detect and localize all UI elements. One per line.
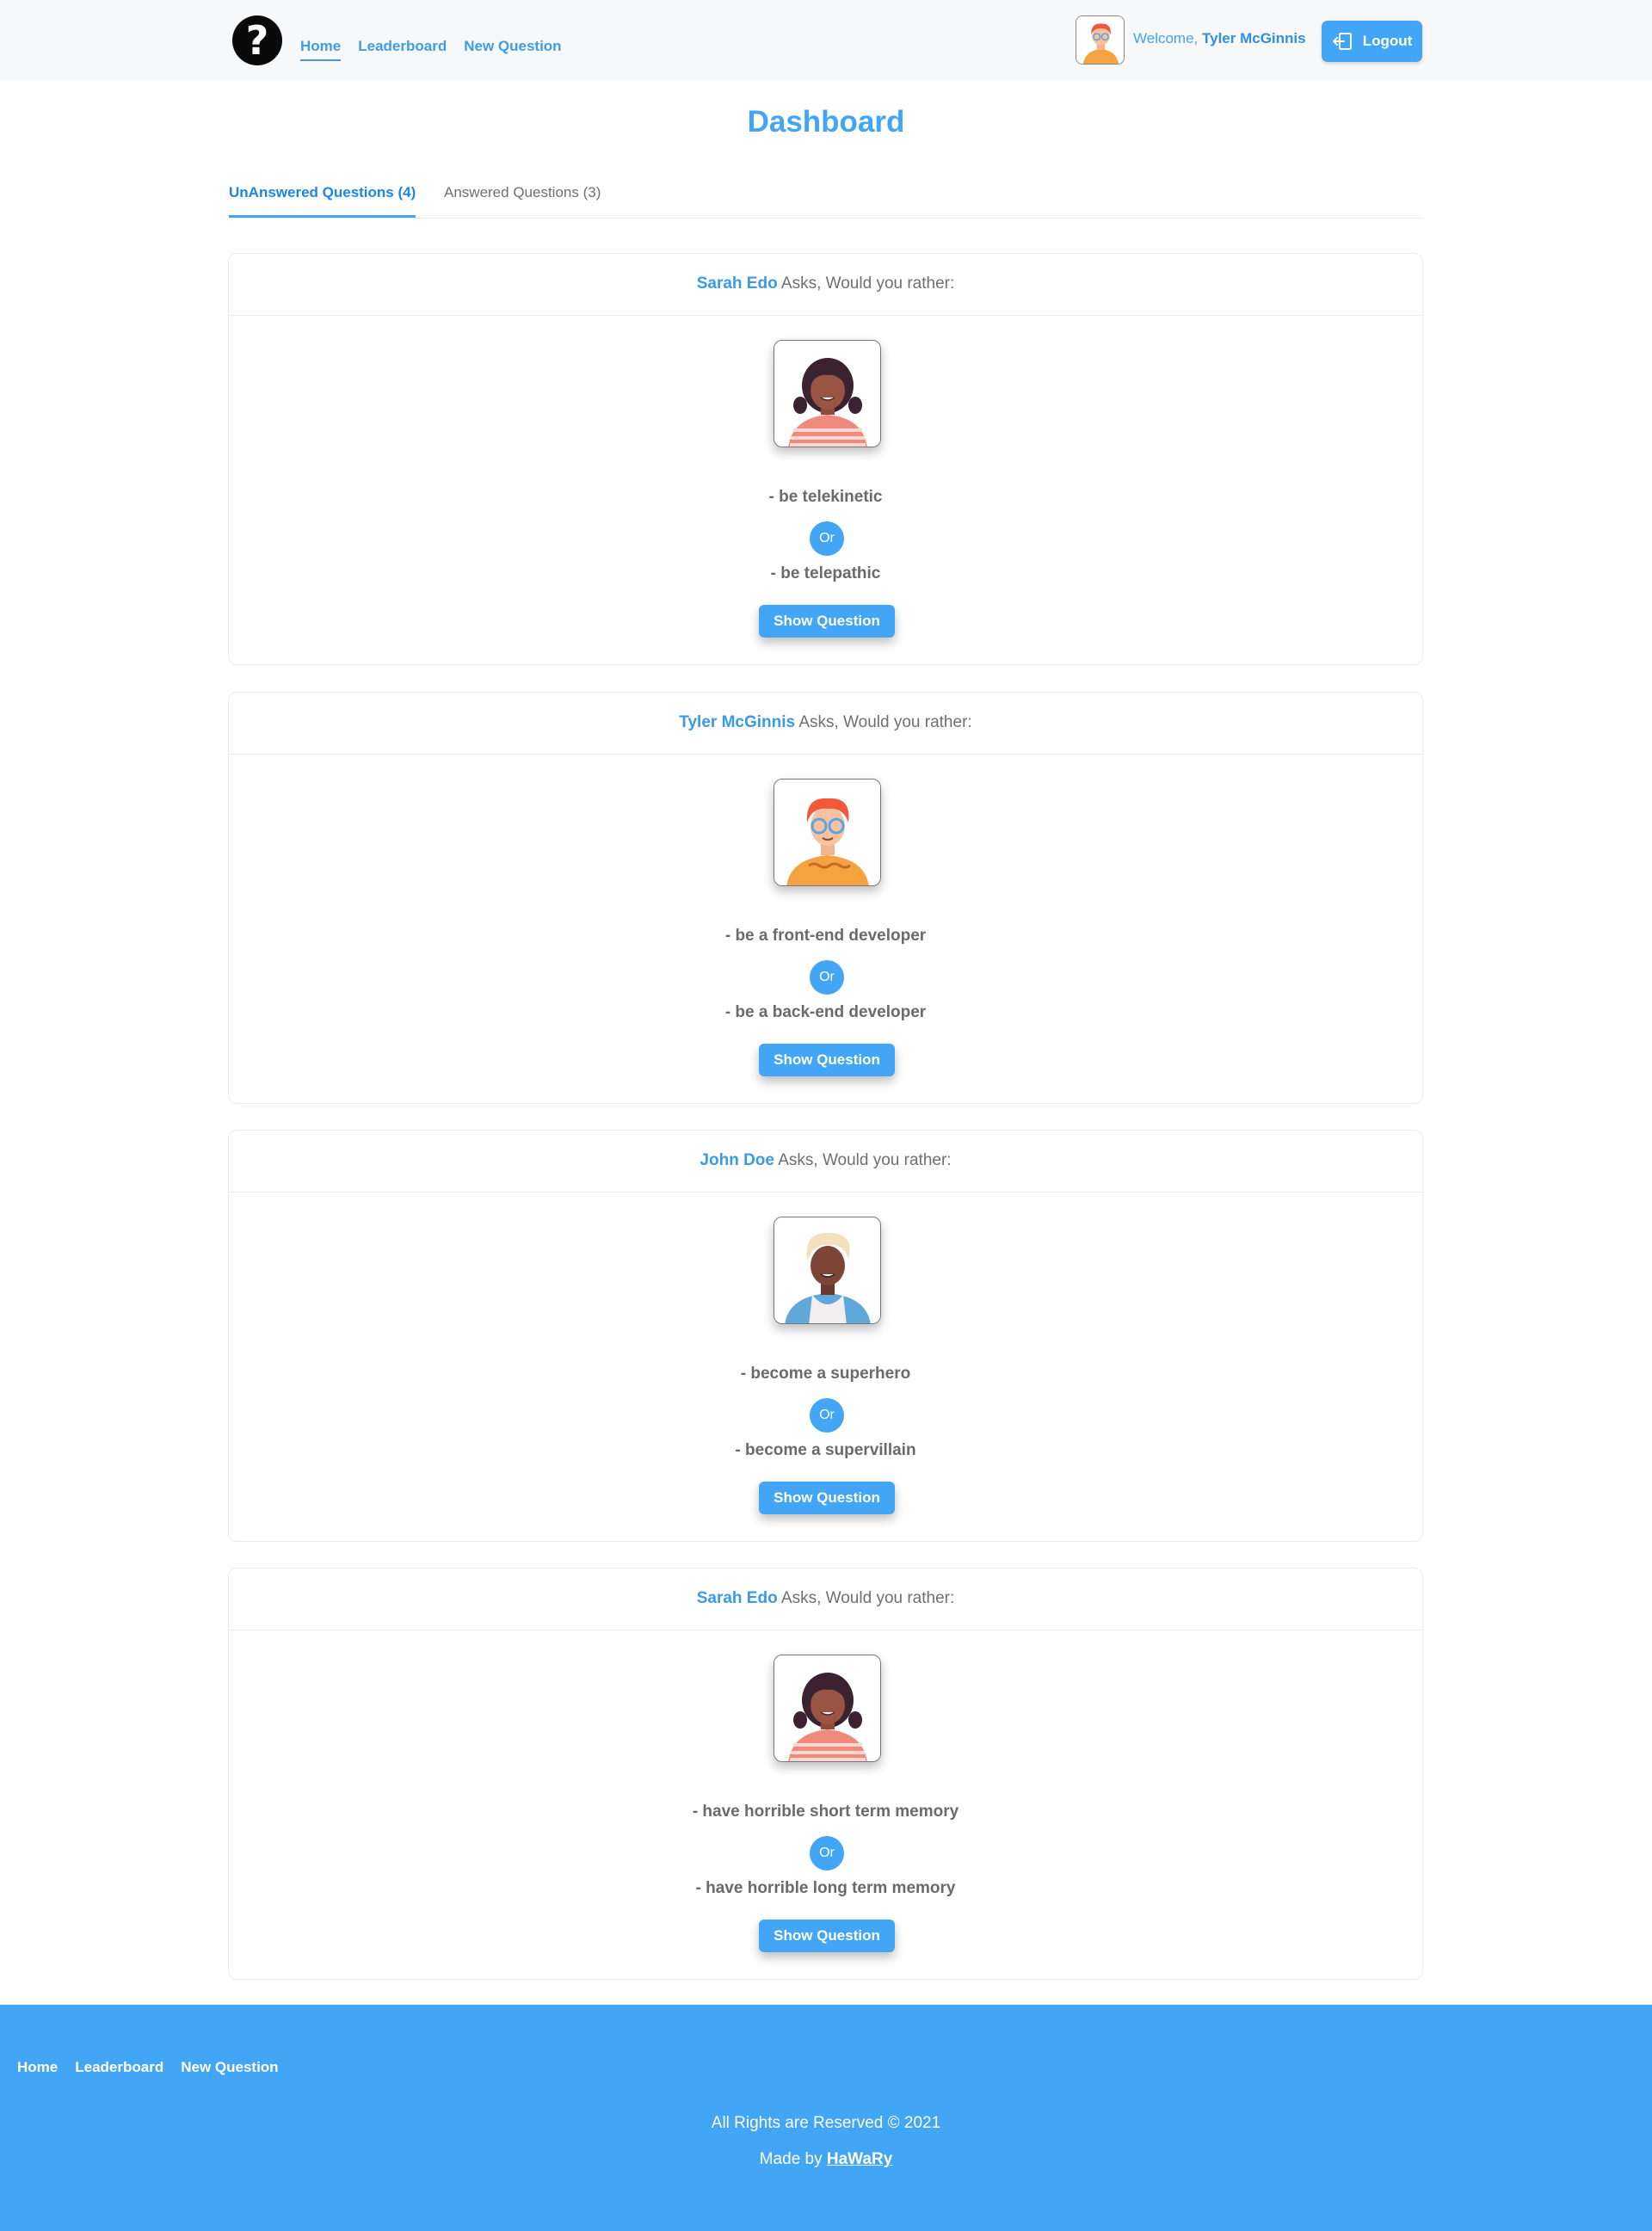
show-question-button[interactable]: Show Question xyxy=(759,605,895,638)
question-card-header: John Doe Asks, Would you rather: xyxy=(229,1131,1422,1193)
or-badge: Or xyxy=(810,1398,844,1433)
question-card: Sarah Edo Asks, Would you rather: - have… xyxy=(228,1568,1423,1980)
page-title: Dashboard xyxy=(747,105,905,139)
question-card: Tyler McGinnis Asks, Would you rather: -… xyxy=(228,692,1423,1104)
logout-label: Logout xyxy=(1362,33,1413,49)
show-question-button[interactable]: Show Question xyxy=(759,1920,895,1952)
option-one-text: - be a front-end developer xyxy=(724,927,927,945)
logout-icon xyxy=(1332,33,1352,50)
current-user-avatar xyxy=(1076,15,1125,65)
logout-button[interactable]: Logout xyxy=(1322,21,1422,62)
option-one-text: - become a superhero xyxy=(740,1365,911,1383)
question-card: Sarah Edo Asks, Would you rather: - be t… xyxy=(228,253,1423,665)
question-mark-logo-icon[interactable]: ? xyxy=(232,15,282,65)
footer-copyright: All Rights are Reserved © 2021 xyxy=(711,2114,941,2132)
footer-leaderboard-link[interactable]: Leaderboard xyxy=(75,2059,163,2076)
question-card-header: Tyler McGinnis Asks, Would you rather: xyxy=(229,693,1422,755)
author-avatar xyxy=(774,1217,881,1324)
or-badge: Or xyxy=(810,960,844,995)
question-asks-text: Asks, Would you rather: xyxy=(798,713,972,731)
question-asks-text: Asks, Would you rather: xyxy=(780,274,955,293)
page-footer: Home Leaderboard New Question All Rights… xyxy=(0,2005,1652,2231)
footer-new-question-link[interactable]: New Question xyxy=(181,2059,278,2076)
show-question-button[interactable]: Show Question xyxy=(759,1482,895,1514)
welcome-message: Welcome, Tyler McGinnis xyxy=(1133,30,1306,47)
nav-home-link[interactable]: Home xyxy=(300,38,342,61)
question-tabs: UnAnswered Questions (4) Answered Questi… xyxy=(228,172,1423,219)
avatar-man-red-hair-glasses-icon xyxy=(774,780,880,885)
show-question-button[interactable]: Show Question xyxy=(759,1044,895,1076)
avatar-woman-dark-hair-icon xyxy=(774,1655,880,1761)
question-asks-text: Asks, Would you rather: xyxy=(778,1151,952,1169)
footer-credit: Made by HaWaRy xyxy=(0,2150,1652,2169)
tab-answered[interactable]: Answered Questions (3) xyxy=(444,184,601,215)
question-card-header: Sarah Edo Asks, Would you rather: xyxy=(229,254,1422,316)
author-avatar xyxy=(774,1655,881,1762)
footer-nav: Home Leaderboard New Question xyxy=(17,2059,279,2076)
welcome-user-name: Tyler McGinnis xyxy=(1202,30,1306,46)
avatar-man-red-hair-glasses-icon xyxy=(1076,16,1124,64)
question-author: Sarah Edo xyxy=(696,1589,778,1607)
avatar-man-blond-hair-icon xyxy=(774,1217,880,1323)
question-asks-text: Asks, Would you rather: xyxy=(780,1589,955,1607)
option-two-text: - have horrible long term memory xyxy=(695,1879,956,1897)
nav-new-question-link[interactable]: New Question xyxy=(464,38,561,59)
main-nav: Home Leaderboard New Question xyxy=(300,38,562,61)
footer-made-by-prefix: Made by xyxy=(759,2150,823,2168)
option-one-text: - be telekinetic xyxy=(768,488,883,506)
footer-author-link[interactable]: HaWaRy xyxy=(827,2150,892,2168)
option-two-text: - be a back-end developer xyxy=(724,1003,927,1021)
or-badge: Or xyxy=(810,1836,844,1870)
avatar-woman-dark-hair-icon xyxy=(774,341,880,447)
option-two-text: - become a supervillain xyxy=(735,1441,916,1459)
question-author: Tyler McGinnis xyxy=(679,713,796,731)
tab-unanswered[interactable]: UnAnswered Questions (4) xyxy=(229,184,416,218)
author-avatar xyxy=(774,779,881,886)
question-card: John Doe Asks, Would you rather: - becom… xyxy=(228,1130,1423,1542)
author-avatar xyxy=(774,340,881,447)
question-card-header: Sarah Edo Asks, Would you rather: xyxy=(229,1568,1422,1630)
nav-leaderboard-link[interactable]: Leaderboard xyxy=(358,38,447,59)
question-author: Sarah Edo xyxy=(696,274,778,293)
welcome-prefix: Welcome, xyxy=(1133,30,1199,46)
question-author: John Doe xyxy=(700,1151,774,1169)
or-badge: Or xyxy=(810,521,844,556)
option-one-text: - have horrible short term memory xyxy=(692,1803,959,1821)
option-two-text: - be telepathic xyxy=(770,564,881,582)
footer-home-link[interactable]: Home xyxy=(17,2059,58,2076)
